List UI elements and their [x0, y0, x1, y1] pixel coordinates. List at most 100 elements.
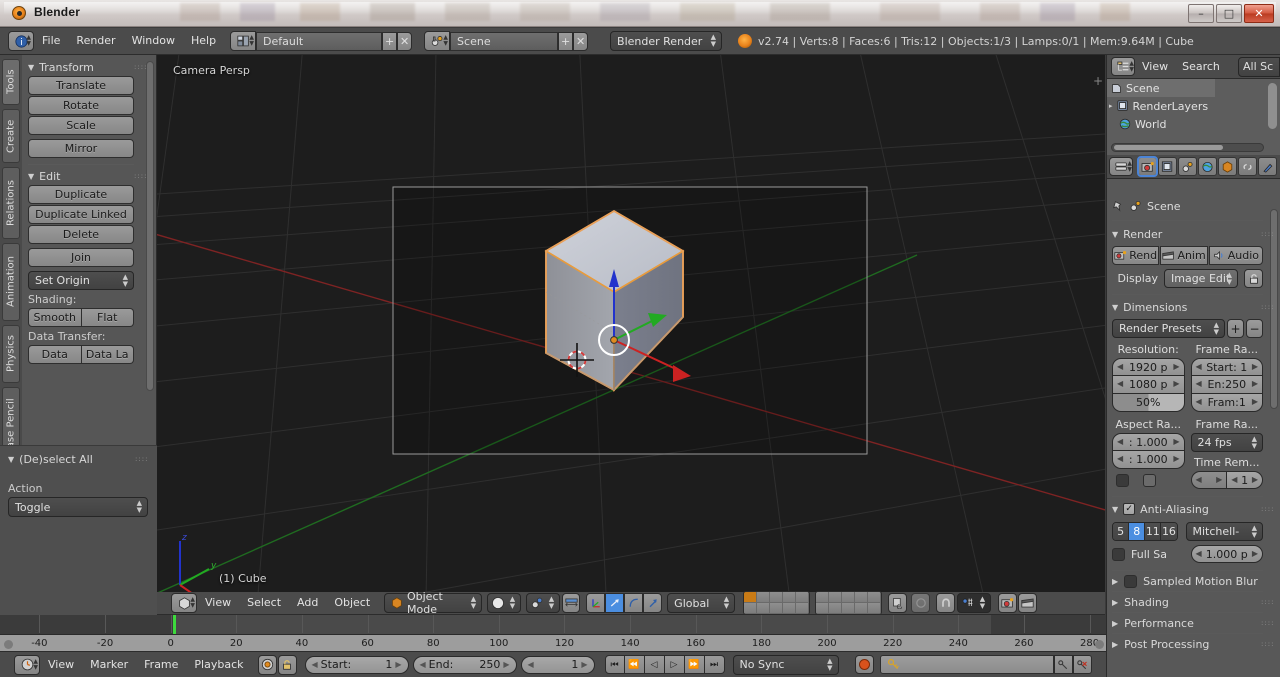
snap-mode-dropdown[interactable]: ▲ ▼ — [957, 593, 992, 613]
manipulator-translate-icon[interactable] — [586, 593, 606, 613]
layer-cell-5[interactable] — [796, 592, 810, 603]
chevron-left-icon[interactable]: ◀ — [1196, 379, 1202, 388]
viewport-menu-select[interactable]: Select — [239, 591, 289, 615]
crop-checkbox[interactable] — [1143, 474, 1156, 487]
editor-type-selector-info[interactable]: i ▲ ▼ — [8, 31, 34, 51]
properties-tab-scene[interactable] — [1178, 157, 1197, 176]
lock-to-scene-icon[interactable] — [888, 593, 908, 613]
layer-cell-16[interactable] — [816, 603, 830, 614]
editor-type-selector-timeline[interactable]: ▲ ▼ — [14, 654, 40, 675]
transform-orientation-dropdown[interactable]: Global ▲ ▼ — [667, 593, 736, 613]
chevron-right-icon[interactable]: ▶ — [1252, 475, 1258, 484]
aspect-y-field[interactable]: ◀ : 1.000 ▶ — [1112, 451, 1185, 469]
chevron-right-icon[interactable]: ▶ — [1216, 475, 1222, 484]
layer-cell-8[interactable] — [842, 592, 856, 603]
aa-filter-dropdown[interactable]: Mitchell- ▲ ▼ — [1185, 522, 1263, 541]
current-frame-input[interactable]: ◀ 1 ▶ — [520, 655, 595, 674]
timeline-strip[interactable] — [0, 615, 1106, 634]
jump-end-button[interactable]: ⏭ — [704, 655, 725, 674]
aa-sample-16[interactable]: 16 — [1161, 523, 1177, 540]
frame-end-field[interactable]: ◀ En:250 ▶ — [1190, 376, 1263, 394]
panel-header-antialiasing[interactable]: ▼ ✓ Anti-Aliasing :::: — [1112, 500, 1275, 518]
timeline-menu-view[interactable]: View — [40, 653, 82, 677]
interaction-mode-dropdown[interactable]: Object Mode ▲ ▼ — [384, 590, 483, 616]
timeline-scroll-handle-right[interactable] — [1095, 640, 1104, 649]
editor-type-selector-3dview[interactable]: ▲ ▼ — [171, 593, 197, 613]
panel-header-sampled-motion-blur[interactable]: ▶ Sampled Motion Blur — [1112, 571, 1275, 591]
add-scene-button[interactable]: + — [558, 31, 574, 51]
render-animation-icon[interactable] — [1018, 593, 1038, 613]
add-keyframe-button[interactable] — [1053, 655, 1073, 674]
aa-filter-size-field[interactable]: ◀ 1.000 p ▶ — [1190, 545, 1263, 563]
3d-viewport[interactable]: z y x + Camera Persp (1) Cube — [157, 55, 1105, 592]
outliner-item-world[interactable]: World — [1107, 115, 1215, 133]
outliner-item-renderlayers[interactable]: ▸ RenderLayers — [1107, 97, 1215, 115]
action-dropdown[interactable]: Toggle ▲ ▼ — [8, 497, 148, 517]
scene-selector[interactable]: ▲ ▼ Scene + ✕ — [424, 31, 589, 51]
chevron-right-icon[interactable]: ▶ — [1173, 437, 1179, 446]
chevron-right-icon[interactable]: ▶ — [581, 660, 587, 669]
chevron-left-icon[interactable]: ◀ — [528, 660, 534, 669]
aa-sample-5[interactable]: 5 — [1113, 523, 1130, 540]
set-origin-dropdown[interactable]: Set Origin ▲ ▼ — [28, 271, 134, 290]
timeline-playhead[interactable] — [172, 615, 176, 634]
aa-samples-selector[interactable]: 5 8 11 16 — [1112, 522, 1178, 541]
lock-interface-button[interactable] — [1244, 269, 1263, 288]
aspect-x-field[interactable]: ◀ : 1.000 ▶ — [1112, 433, 1185, 451]
editor-type-selector-outliner[interactable]: ▲ ▼ — [1111, 57, 1135, 76]
chevron-left-icon[interactable]: ◀ — [1196, 549, 1202, 558]
duplicate-linked-button[interactable]: Duplicate Linked — [28, 205, 134, 224]
panel-header-edit[interactable]: ▼ Edit :::: — [28, 168, 148, 185]
chevron-right-icon[interactable]: ▶ — [1252, 397, 1258, 406]
frame-start-field[interactable]: ◀ Start: 1 ▶ — [1190, 358, 1263, 376]
frame-step-field[interactable]: ◀ Fram:1 ▶ — [1190, 394, 1263, 412]
layer-cell-20[interactable] — [868, 603, 882, 614]
region-expand-icon[interactable]: + — [1093, 74, 1103, 88]
screen-layout-icon[interactable]: ▲ ▼ — [230, 31, 257, 51]
minimize-button[interactable]: – — [1188, 4, 1214, 23]
layer-cell-15[interactable] — [796, 603, 810, 614]
full-sample-group[interactable]: Full Sa — [1112, 547, 1183, 561]
panel-header-shading[interactable]: ▶ Shading :::: — [1112, 592, 1275, 612]
layer-cell-11[interactable] — [744, 603, 758, 614]
chevron-left-icon[interactable]: ◀ — [420, 660, 426, 669]
properties-tab-world[interactable] — [1198, 157, 1217, 176]
timeline-menu-playback[interactable]: Playback — [186, 653, 251, 677]
properties-tab-modifiers[interactable] — [1258, 157, 1277, 176]
layer-cell-1[interactable] — [744, 592, 758, 603]
expander-icon[interactable]: ▸ — [1109, 102, 1113, 110]
timeline-scroll-handle-left[interactable] — [4, 640, 13, 649]
menu-help[interactable]: Help — [183, 29, 224, 53]
transfer-data-layout-button[interactable]: Data La — [81, 345, 134, 364]
layer-cell-6[interactable] — [816, 592, 830, 603]
viewport-menu-view[interactable]: View — [197, 591, 239, 615]
layer-cell-19[interactable] — [855, 603, 869, 614]
render-audio-button[interactable]: Audio — [1208, 246, 1263, 265]
editor-type-selector-properties[interactable]: ▲ ▼ — [1109, 157, 1133, 176]
delete-screen-layout-button[interactable]: ✕ — [397, 31, 413, 51]
outliner-horizontal-scrollbar[interactable] — [1111, 143, 1264, 152]
chevron-left-icon[interactable]: ◀ — [1117, 379, 1123, 388]
remove-preset-button[interactable]: − — [1246, 319, 1263, 338]
aa-sample-8[interactable]: 8 — [1129, 523, 1146, 540]
outliner-item-scene[interactable]: Scene — [1107, 79, 1215, 97]
chevron-left-icon[interactable]: ◀ — [1117, 454, 1123, 463]
sidebar-item-create[interactable]: Create — [2, 109, 20, 163]
panel-header-post-processing[interactable]: ▶ Post Processing :::: — [1112, 634, 1275, 654]
chevron-left-icon[interactable]: ◀ — [1196, 397, 1202, 406]
shade-flat-button[interactable]: Flat — [81, 308, 134, 327]
chevron-right-icon[interactable]: ▶ — [395, 660, 401, 669]
manipulator-scale-button[interactable] — [643, 593, 663, 613]
outliner-menu-view[interactable]: View — [1135, 55, 1175, 79]
resolution-percent-slider[interactable]: 50% — [1112, 394, 1185, 412]
framerate-dropdown[interactable]: 24 fps ▲ ▼ — [1190, 433, 1263, 452]
screen-layout-selector[interactable]: ▲ ▼ Default + ✕ — [230, 31, 413, 51]
delete-scene-button[interactable]: ✕ — [573, 31, 589, 51]
properties-tab-object[interactable] — [1218, 157, 1237, 176]
lock-time-button[interactable] — [277, 654, 297, 675]
render-image-icon[interactable] — [998, 593, 1018, 613]
layer-cell-2[interactable] — [757, 592, 771, 603]
add-screen-layout-button[interactable]: + — [382, 31, 398, 51]
manipulator-scale-icon[interactable] — [624, 593, 644, 613]
tool-shelf-scrollbar[interactable] — [146, 61, 154, 391]
